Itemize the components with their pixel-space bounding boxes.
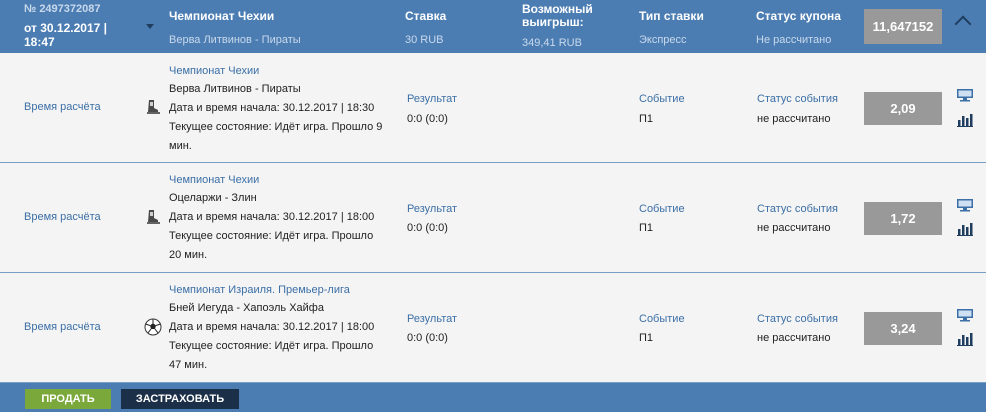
- win-value: 349,41 RUB: [522, 37, 582, 49]
- coupon-header[interactable]: № 2497372087 от 30.12.2017 | 18:47 Чемпи…: [0, 0, 986, 53]
- match-state: Текущее состояние: Идёт игра. Прошло 20 …: [169, 230, 374, 261]
- soccer-ball-icon: [144, 318, 162, 336]
- event-status-label: Статус события: [757, 203, 838, 215]
- match-state: Текущее состояние: Идёт игра. Прошло 9 м…: [169, 121, 383, 152]
- event-status-label: Статус события: [757, 313, 838, 325]
- bet-type-title: Тип ставки: [639, 9, 704, 23]
- championship-label[interactable]: Чемпионат Израиля. Премьер-лига: [169, 284, 350, 296]
- statistics-icon[interactable]: [956, 332, 974, 346]
- monitor-icon[interactable]: [956, 88, 974, 102]
- caret-down-icon[interactable]: [146, 24, 154, 29]
- calc-time-link[interactable]: Время расчёта: [24, 211, 101, 223]
- result-label: Результат: [407, 313, 458, 325]
- monitor-icon[interactable]: [956, 198, 974, 212]
- event-label: Событие: [639, 203, 685, 215]
- bet-type-value: Экспресс: [639, 34, 687, 46]
- result-value: 0:0 (0:0): [407, 332, 448, 344]
- statistics-icon[interactable]: [956, 113, 974, 127]
- event-label: Событие: [639, 313, 685, 325]
- championship-label[interactable]: Чемпионат Чехии: [169, 174, 259, 186]
- result-value: 0:0 (0:0): [407, 222, 448, 234]
- event-status-label: Статус события: [757, 93, 838, 105]
- coupon-number: № 2497372087: [24, 3, 101, 15]
- championship-label[interactable]: Чемпионат Чехии: [169, 65, 259, 77]
- result-label: Результат: [407, 203, 458, 215]
- odds-badge: 1,72: [864, 202, 942, 235]
- monitor-icon[interactable]: [956, 308, 974, 322]
- chevron-up-icon[interactable]: [954, 15, 972, 33]
- event-value: П1: [639, 113, 654, 125]
- statistics-icon[interactable]: [956, 222, 974, 236]
- header-event-title: Чемпионат Чехии: [169, 9, 275, 23]
- odds-badge: 3,24: [864, 312, 942, 345]
- match-state: Текущее состояние: Идёт игра. Прошло 47 …: [169, 340, 374, 371]
- hockey-skate-icon: [147, 100, 160, 114]
- match-start-time: Дата и время начала: 30.12.2017 | 18:00: [169, 321, 375, 333]
- result-label: Результат: [407, 93, 458, 105]
- odds-badge: 2,09: [864, 92, 942, 125]
- match-teams: Верва Литвинов - Пираты: [169, 83, 301, 95]
- coupon-status-title: Статус купона: [756, 9, 841, 23]
- bet-row: Время расчёта Чемпионат Израиля. Премьер…: [0, 273, 986, 383]
- win-title: Возможный выигрыш:: [522, 2, 593, 29]
- event-status-value: не рассчитано: [757, 113, 831, 125]
- match-teams: Оцеларжи - Злин: [169, 192, 257, 204]
- sell-button[interactable]: ПРОДАТЬ: [25, 389, 111, 409]
- total-odds-badge: 11,647152: [864, 9, 942, 44]
- hockey-skate-icon: [147, 210, 160, 224]
- calc-time-link[interactable]: Время расчёта: [24, 321, 101, 333]
- result-value: 0:0 (0:0): [407, 113, 448, 125]
- event-value: П1: [639, 222, 654, 234]
- bet-row: Время расчёта Чемпионат Чехии Оцеларжи -…: [0, 163, 986, 273]
- coupon-date: от 30.12.2017 | 18:47: [24, 21, 107, 49]
- stake-title: Ставка: [405, 9, 447, 23]
- match-start-time: Дата и время начала: 30.12.2017 | 18:30: [169, 102, 375, 114]
- event-value: П1: [639, 332, 654, 344]
- stake-value: 30 RUB: [405, 34, 444, 46]
- insure-button[interactable]: ЗАСТРАХОВАТЬ: [121, 389, 239, 409]
- event-status-value: не рассчитано: [757, 332, 831, 344]
- calc-time-link[interactable]: Время расчёта: [24, 101, 101, 113]
- header-event-sub: Верва Литвинов - Пираты: [169, 34, 301, 46]
- match-start-time: Дата и время начала: 30.12.2017 | 18:00: [169, 211, 375, 223]
- match-teams: Бней Иегуда - Хапоэль Хайфа: [169, 302, 324, 314]
- event-status-value: не рассчитано: [757, 222, 831, 234]
- event-label: Событие: [639, 93, 685, 105]
- coupon-status-value: Не рассчитано: [756, 34, 832, 46]
- bet-row: Время расчёта Чемпионат Чехии Верва Литв…: [0, 53, 986, 163]
